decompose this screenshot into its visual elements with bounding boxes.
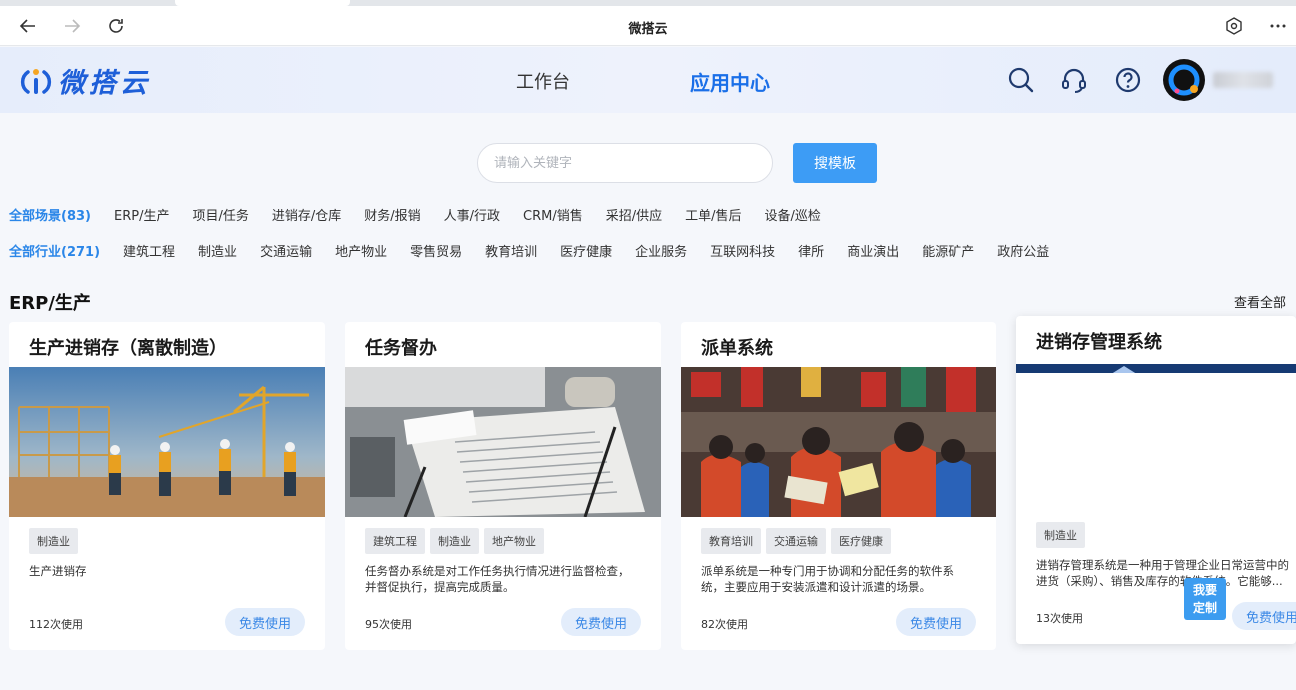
template-card[interactable]: 任务督办 建筑工程 制造业 地产物业 任务督办系统是对工作任务执行情况进行监督检…	[345, 322, 661, 650]
free-use-button[interactable]: 免费使用	[561, 608, 641, 636]
filter-scene-project[interactable]: 项目/任务	[192, 205, 248, 224]
logo-icon	[20, 68, 52, 94]
template-card[interactable]: 生产进销存（离散制造） 制造业 生产进销存 112次使用 免费使用	[9, 322, 325, 650]
card-description: 生产进销存	[29, 564, 87, 578]
tag[interactable]: 制造业	[430, 528, 479, 554]
free-use-button[interactable]: 免费使用	[896, 608, 976, 636]
card-tags: 建筑工程 制造业 地产物业	[365, 528, 549, 554]
avatar[interactable]	[1163, 59, 1205, 101]
help-icon[interactable]	[1113, 65, 1143, 95]
browser-title: 微搭云	[628, 22, 668, 37]
card-description: 派单系统是一种专门用于协调和分配任务的软件系统，主要应用于安装派遣和设计派遣的场…	[701, 564, 954, 594]
tag[interactable]: 交通运输	[766, 528, 826, 554]
filter-industry-transport[interactable]: 交通运输	[260, 241, 312, 260]
filter-industry-realestate[interactable]: 地产物业	[335, 241, 387, 260]
logo-text: 微搭云	[58, 68, 151, 99]
tag[interactable]: 制造业	[29, 528, 78, 554]
logo[interactable]: 微搭云	[20, 61, 151, 100]
filter-industry-retail[interactable]: 零售贸易	[410, 241, 462, 260]
user-name-blurred[interactable]	[1213, 72, 1273, 88]
card-tags: 教育培训 交通运输 医疗健康	[701, 528, 896, 554]
custom-badge-line1: 我要	[1192, 583, 1217, 597]
extension-icon[interactable]	[1222, 14, 1246, 38]
filter-scene-procurement[interactable]: 采招/供应	[606, 205, 662, 224]
card-title: 派单系统	[701, 338, 773, 359]
filter-industry-medical[interactable]: 医疗健康	[560, 241, 612, 260]
card-tags: 制造业	[1036, 522, 1090, 548]
tag[interactable]: 制造业	[1036, 522, 1085, 548]
tag[interactable]: 地产物业	[484, 528, 544, 554]
filter-scene-hr[interactable]: 人事/行政	[444, 205, 500, 224]
card-image-inventory	[1016, 361, 1296, 373]
search-icon[interactable]	[1006, 65, 1036, 95]
filter-scene-finance[interactable]: 财务/报销	[364, 205, 420, 224]
filter-industry-enterprise[interactable]: 企业服务	[635, 241, 687, 260]
card-tags: 制造业	[29, 528, 83, 554]
filter-industry-education[interactable]: 教育培训	[485, 241, 537, 260]
browser-toolbar: 微搭云	[0, 6, 1296, 46]
search-template-button[interactable]: 搜模板	[793, 143, 877, 183]
tag[interactable]: 建筑工程	[365, 528, 425, 554]
usage-count: 95次使用	[365, 618, 412, 631]
filter-scene-crm[interactable]: CRM/销售	[523, 205, 583, 224]
card-description: 任务督办系统是对工作任务执行情况进行监督检查，并督促执行，提高完成质量。	[365, 564, 630, 594]
see-all-link[interactable]: 查看全部	[1234, 292, 1286, 311]
filter-industry-all[interactable]: 全部行业(271)	[9, 241, 100, 260]
filter-scene-equipment[interactable]: 设备/巡检	[765, 205, 821, 224]
card-description: 进销存管理系统是一种用于管理企业日常运营中的进货（采购）、销售及库存的软件系统。…	[1036, 558, 1289, 588]
more-options-icon[interactable]	[1266, 14, 1290, 38]
free-use-button[interactable]: 免费使用	[1232, 602, 1296, 630]
filter-industry-energy[interactable]: 能源矿产	[922, 241, 974, 260]
tag[interactable]: 医疗健康	[831, 528, 891, 554]
app-header: 微搭云 工作台 应用中心	[0, 47, 1296, 113]
tag[interactable]: 教育培训	[701, 528, 761, 554]
card-title: 任务督办	[365, 338, 437, 359]
custom-request-button[interactable]: 我要 定制	[1184, 578, 1226, 620]
filter-industry-construction[interactable]: 建筑工程	[123, 241, 175, 260]
card-title: 生产进销存（离散制造）	[29, 338, 227, 359]
card-image-construction	[9, 367, 325, 517]
filter-scene-all[interactable]: 全部场景(83)	[9, 205, 91, 224]
filter-industry-law[interactable]: 律所	[798, 241, 824, 260]
free-use-button[interactable]: 免费使用	[225, 608, 305, 636]
industry-filter-row: 全部行业(271) 建筑工程 制造业 交通运输 地产物业 零售贸易 教育培训 医…	[9, 241, 1072, 260]
search-input[interactable]	[477, 143, 773, 183]
template-card[interactable]: 派单系统 教育培训 交通运输 医疗健康 派单系统是一种专门用于协调和分配任务的软…	[681, 322, 996, 650]
section-title: ERP/生产	[9, 293, 91, 314]
custom-badge-line2: 定制	[1192, 601, 1217, 615]
filter-scene-ticket[interactable]: 工单/售后	[685, 205, 741, 224]
tab-workbench[interactable]: 工作台	[516, 68, 570, 94]
filter-scene-inventory[interactable]: 进销存/仓库	[272, 205, 341, 224]
headset-icon[interactable]	[1059, 65, 1089, 95]
filter-industry-internet[interactable]: 互联网科技	[710, 241, 775, 260]
card-title: 进销存管理系统	[1036, 332, 1162, 353]
filter-industry-government[interactable]: 政府公益	[997, 241, 1049, 260]
filter-industry-performance[interactable]: 商业演出	[847, 241, 899, 260]
filter-scene-erp[interactable]: ERP/生产	[114, 205, 169, 224]
usage-count: 13次使用	[1036, 612, 1083, 625]
usage-count: 112次使用	[29, 618, 83, 631]
scene-filter-row: 全部场景(83) ERP/生产 项目/任务 进销存/仓库 财务/报销 人事/行政…	[9, 205, 844, 224]
filter-industry-manufacturing[interactable]: 制造业	[198, 241, 237, 260]
template-card[interactable]: 进销存管理系统 制造业 进销存管理系统是一种用于管理企业日常运营中的进货（采购）…	[1016, 316, 1296, 644]
card-image-street-crowd	[681, 367, 996, 517]
card-image-documents	[345, 367, 661, 517]
usage-count: 82次使用	[701, 618, 748, 631]
tab-app-center[interactable]: 应用中心	[690, 67, 770, 96]
